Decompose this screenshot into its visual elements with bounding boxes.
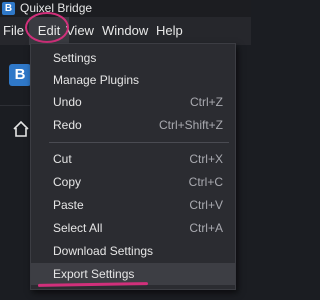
menu-help[interactable]: Help [156, 17, 183, 45]
menu-item-label: Copy [53, 175, 82, 189]
title-bar: B Quixel Bridge [0, 0, 251, 17]
menu-item-label: Undo [53, 95, 82, 109]
menu-item-label: Export Settings [53, 267, 135, 281]
menu-item-label: Paste [53, 198, 84, 212]
menu-item-select-all[interactable]: Select All Ctrl+A [31, 217, 235, 239]
menu-item-label: Select All [53, 221, 103, 235]
menu-item-label: Cut [53, 152, 72, 166]
menu-item-settings[interactable]: Settings [31, 47, 235, 69]
menu-item-label: Settings [53, 51, 97, 65]
menu-item-undo[interactable]: Undo Ctrl+Z [31, 91, 235, 113]
menu-item-download-settings[interactable]: Download Settings [31, 240, 235, 262]
menu-item-shortcut: Ctrl+Z [190, 95, 223, 109]
menu-edit[interactable]: Edit [29, 17, 69, 45]
menu-window[interactable]: Window [102, 17, 148, 45]
menu-separator [49, 142, 229, 143]
bridge-logo: B [9, 64, 31, 86]
menu-item-label: Download Settings [53, 244, 154, 258]
menu-item-label: Redo [53, 118, 82, 132]
menu-item-manage-plugins[interactable]: Manage Plugins [31, 69, 235, 91]
menu-item-export-settings[interactable]: Export Settings [31, 263, 235, 285]
menu-item-shortcut: Ctrl+X [189, 152, 223, 166]
home-icon[interactable] [12, 120, 30, 138]
menu-file[interactable]: File [3, 17, 24, 45]
menu-item-shortcut: Ctrl+V [189, 198, 223, 212]
menu-item-shortcut: Ctrl+Shift+Z [158, 118, 223, 132]
menu-item-redo[interactable]: Redo Ctrl+Shift+Z [31, 114, 235, 136]
menu-item-shortcut: Ctrl+C [188, 175, 223, 189]
menu-item-label: Manage Plugins [53, 73, 140, 87]
menu-item-paste[interactable]: Paste Ctrl+V [31, 194, 235, 216]
menu-item-copy[interactable]: Copy Ctrl+C [31, 171, 235, 193]
app-icon: B [2, 2, 15, 15]
menu-item-shortcut: Ctrl+A [189, 221, 223, 235]
app-title: Quixel Bridge [20, 1, 93, 15]
menu-bar: File Edit View Window Help [0, 17, 251, 45]
menu-view[interactable]: View [66, 17, 94, 45]
edit-dropdown-menu: Settings Manage Plugins Undo Ctrl+Z Redo… [30, 43, 236, 290]
menu-item-cut[interactable]: Cut Ctrl+X [31, 148, 235, 170]
